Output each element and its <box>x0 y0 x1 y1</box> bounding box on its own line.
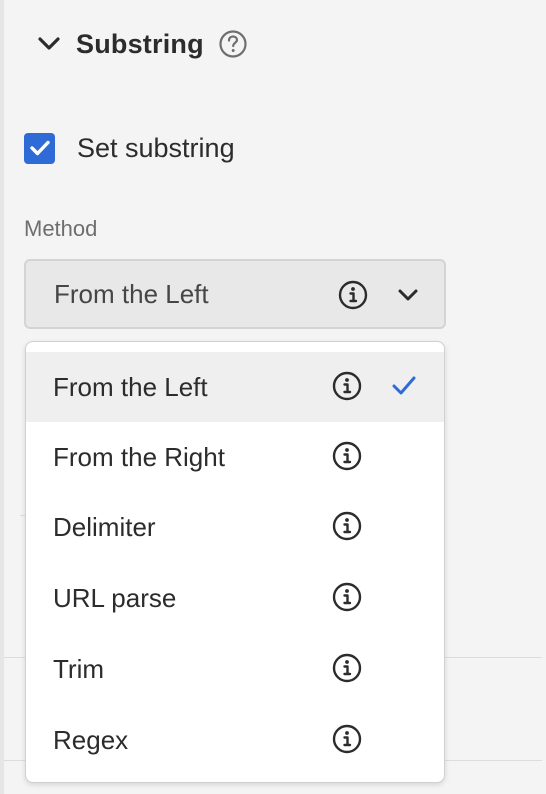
info-icon[interactable] <box>337 279 369 311</box>
info-icon[interactable] <box>331 652 363 684</box>
menu-item-delimiter[interactable]: Delimiter <box>26 492 444 562</box>
info-icon[interactable] <box>331 370 363 402</box>
menu-item-label: URL parse <box>53 582 177 613</box>
method-label: Method <box>24 216 98 241</box>
info-icon[interactable] <box>331 723 363 755</box>
method-picker-value: From the Left <box>54 278 209 309</box>
section-title: Substring <box>76 28 204 59</box>
method-picker[interactable]: From the Left <box>24 259 446 329</box>
menu-item-label: Delimiter <box>53 511 156 542</box>
menu-item-label: From the Right <box>53 441 225 472</box>
help-circle-icon[interactable] <box>218 29 248 59</box>
checkmark-icon <box>390 372 418 400</box>
method-options-menu: From the Left From the Right Delimiter U… <box>25 341 445 783</box>
info-icon[interactable] <box>331 440 363 472</box>
set-substring-row[interactable]: Set substring <box>24 128 235 168</box>
substring-section-header[interactable]: Substring <box>36 24 248 64</box>
set-substring-label: Set substring <box>77 132 235 163</box>
menu-item-label: Regex <box>53 724 129 755</box>
menu-item-url-parse[interactable]: URL parse <box>26 563 444 633</box>
menu-item-from-the-left[interactable]: From the Left <box>26 352 444 422</box>
menu-item-regex[interactable]: Regex <box>26 705 444 775</box>
menu-item-from-the-right[interactable]: From the Right <box>26 422 444 492</box>
info-icon[interactable] <box>331 510 363 542</box>
menu-item-label: From the Left <box>53 371 208 402</box>
info-icon[interactable] <box>331 581 363 613</box>
menu-item-label: Trim <box>53 653 105 684</box>
set-substring-checkbox[interactable] <box>24 132 55 164</box>
chevron-down-icon[interactable] <box>36 31 62 57</box>
chevron-down-icon[interactable] <box>394 281 422 309</box>
panel-left-border <box>0 0 4 794</box>
menu-item-trim[interactable]: Trim <box>26 634 444 704</box>
